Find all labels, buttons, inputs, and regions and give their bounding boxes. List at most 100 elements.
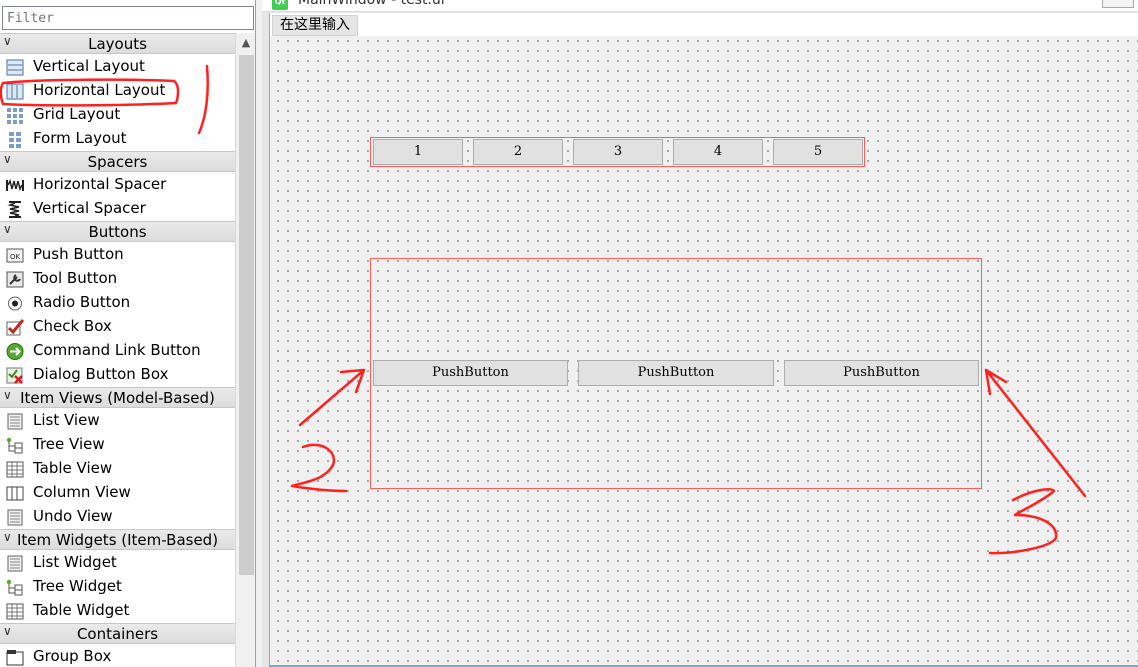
list-view-icon bbox=[7, 413, 23, 430]
push-button-b[interactable]: PushButton bbox=[578, 360, 774, 386]
widget-vertical-layout[interactable]: Vertical Layout bbox=[0, 55, 235, 79]
category-label: Layouts bbox=[88, 35, 147, 53]
design-area: Qt MainWindow - test.ui* 在这里输入 1 2 3 4 5… bbox=[262, 0, 1138, 667]
tool-button-icon bbox=[6, 271, 24, 288]
radio-button-icon bbox=[8, 296, 22, 311]
window-control-button[interactable] bbox=[1102, 0, 1134, 8]
horizontal-layout-icon bbox=[6, 83, 24, 100]
widget-horizontal-spacer[interactable]: Horizontal Spacer bbox=[0, 173, 235, 197]
horizontal-layout-pushbuttons[interactable]: PushButton PushButton PushButton bbox=[370, 258, 982, 489]
push-button-icon: OK bbox=[6, 248, 24, 263]
widget-label: List Widget bbox=[33, 553, 117, 571]
widget-dialog-button-box[interactable]: Dialog Button Box bbox=[0, 363, 235, 387]
category-label: Spacers bbox=[87, 153, 148, 171]
widget-label: Horizontal Layout bbox=[33, 81, 166, 99]
table-widget-icon bbox=[6, 603, 24, 620]
widget-table-view[interactable]: Table View bbox=[0, 457, 235, 481]
category-spacers[interactable]: ∨ Spacers bbox=[0, 151, 235, 172]
check-box-icon bbox=[6, 319, 24, 336]
widget-check-box[interactable]: Check Box bbox=[0, 315, 235, 339]
category-item-views[interactable]: ∨ Item Views (Model-Based) bbox=[0, 387, 235, 408]
push-button-c[interactable]: PushButton bbox=[784, 360, 979, 386]
widget-label: Vertical Spacer bbox=[33, 199, 146, 217]
widget-label: Group Box bbox=[33, 647, 112, 665]
widget-list-widget[interactable]: List Widget bbox=[0, 551, 235, 575]
dialog-button-box-icon bbox=[6, 367, 23, 384]
widget-group-box[interactable]: Group Box bbox=[0, 645, 235, 667]
widget-label: List View bbox=[33, 411, 100, 429]
widget-label: Tree Widget bbox=[33, 577, 122, 595]
widget-label: Vertical Layout bbox=[33, 57, 145, 75]
widget-grid-layout[interactable]: Grid Layout bbox=[0, 103, 235, 127]
column-view-icon bbox=[6, 486, 24, 501]
widget-tree-widget[interactable]: Tree Widget bbox=[0, 575, 235, 599]
widget-label: Radio Button bbox=[33, 293, 131, 311]
widget-label: Dialog Button Box bbox=[33, 365, 169, 383]
widget-label: Column View bbox=[33, 483, 131, 501]
menu-type-here[interactable]: 在这里输入 bbox=[272, 15, 358, 36]
widget-list: ∨ Layouts Vertical Layout Horizontal Lay… bbox=[0, 33, 255, 667]
push-button-4[interactable]: 4 bbox=[673, 139, 763, 165]
widget-tool-button[interactable]: Tool Button bbox=[0, 267, 235, 291]
category-label: Buttons bbox=[88, 223, 147, 241]
widget-command-link-button[interactable]: Command Link Button bbox=[0, 339, 235, 363]
undo-view-icon bbox=[7, 509, 23, 526]
category-label: Containers bbox=[76, 625, 159, 643]
widget-push-button[interactable]: OK Push Button bbox=[0, 243, 235, 267]
widget-label: Undo View bbox=[33, 507, 113, 525]
widget-box-scrollbar[interactable]: ▲ bbox=[235, 33, 255, 667]
widget-radio-button[interactable]: Radio Button bbox=[0, 291, 235, 315]
widget-label: Table Widget bbox=[33, 601, 130, 619]
widget-table-widget[interactable]: Table Widget bbox=[0, 599, 235, 623]
vertical-spacer-icon bbox=[7, 201, 21, 218]
main-window-form[interactable]: 在这里输入 1 2 3 4 5 PushButton PushButton Pu… bbox=[269, 13, 1138, 667]
widget-undo-view[interactable]: Undo View bbox=[0, 505, 235, 529]
widget-form-layout[interactable]: Form Layout bbox=[0, 127, 235, 151]
push-button-3[interactable]: 3 bbox=[573, 139, 663, 165]
category-buttons[interactable]: ∨ Buttons bbox=[0, 221, 235, 242]
form-title-bar: Qt MainWindow - test.ui* bbox=[262, 0, 1138, 12]
push-button-1[interactable]: 1 bbox=[373, 139, 463, 165]
form-window-title: MainWindow - test.ui* bbox=[298, 0, 452, 8]
widget-label: Form Layout bbox=[33, 129, 127, 147]
list-widget-icon bbox=[7, 555, 23, 572]
push-button-5[interactable]: 5 bbox=[773, 139, 863, 165]
category-item-widgets[interactable]: ∨ Item Widgets (Item-Based) bbox=[0, 529, 235, 550]
widget-vertical-spacer[interactable]: Vertical Spacer bbox=[0, 197, 235, 221]
qt-designer-window: ∨ Layouts Vertical Layout Horizontal Lay… bbox=[0, 0, 1138, 667]
widget-horizontal-layout[interactable]: Horizontal Layout bbox=[0, 79, 235, 103]
vertical-layout-icon bbox=[6, 59, 24, 76]
widget-box-panel: ∨ Layouts Vertical Layout Horizontal Lay… bbox=[0, 0, 256, 667]
widget-label: Table View bbox=[33, 459, 113, 477]
widget-label: Tool Button bbox=[33, 269, 118, 287]
category-label: Item Views (Model-Based) bbox=[20, 389, 215, 407]
scroll-thumb[interactable] bbox=[239, 55, 254, 575]
push-button-2[interactable]: 2 bbox=[473, 139, 563, 165]
widget-label: Command Link Button bbox=[33, 341, 201, 359]
table-view-icon bbox=[6, 461, 24, 478]
widget-label: Check Box bbox=[33, 317, 112, 335]
widget-label: Push Button bbox=[33, 245, 124, 263]
command-link-icon bbox=[6, 343, 24, 360]
qt-logo-icon: Qt bbox=[272, 0, 288, 10]
push-button-a[interactable]: PushButton bbox=[373, 360, 568, 386]
widget-list-view[interactable]: List View bbox=[0, 409, 235, 433]
form-layout-icon bbox=[9, 132, 21, 148]
widget-label: Grid Layout bbox=[33, 105, 121, 123]
category-layouts[interactable]: ∨ Layouts bbox=[0, 33, 235, 54]
category-label: Item Widgets (Item-Based) bbox=[16, 531, 219, 549]
widget-tree-view[interactable]: Tree View bbox=[0, 433, 235, 457]
scroll-up-icon[interactable]: ▲ bbox=[236, 33, 255, 53]
widget-column-view[interactable]: Column View bbox=[0, 481, 235, 505]
category-containers[interactable]: ∨ Containers bbox=[0, 623, 235, 644]
tree-view-icon bbox=[6, 437, 23, 454]
group-box-icon bbox=[6, 650, 24, 666]
filter-input[interactable] bbox=[2, 6, 254, 30]
widget-label: Horizontal Spacer bbox=[33, 175, 167, 193]
horizontal-layout-numbers[interactable]: 1 2 3 4 5 bbox=[370, 137, 865, 167]
horizontal-spacer-icon bbox=[6, 178, 24, 192]
menu-bar: 在这里输入 bbox=[270, 13, 1138, 37]
widget-label: Tree View bbox=[33, 435, 105, 453]
ok-icon-text: OK bbox=[10, 253, 21, 261]
grid-layout-icon bbox=[7, 108, 23, 124]
